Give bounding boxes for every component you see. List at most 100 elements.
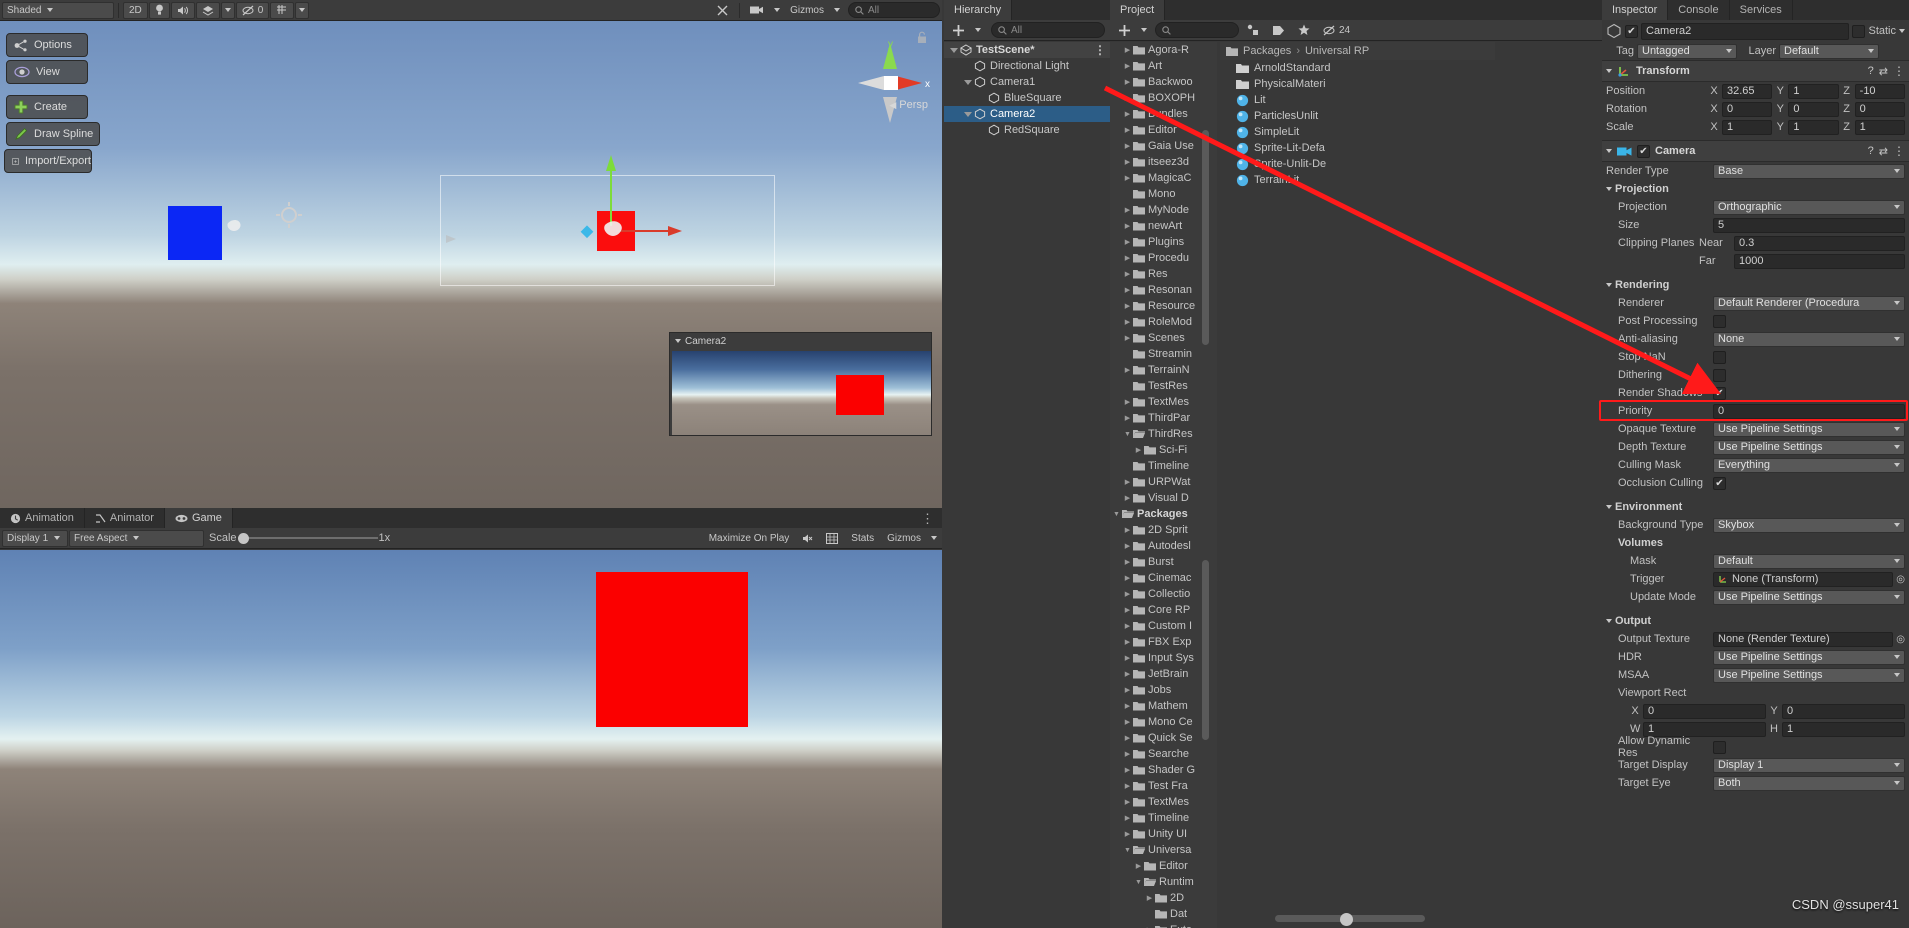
project-tree-item[interactable]: ▶ Sci-Fi (1110, 442, 1217, 458)
asset-item[interactable]: Sprite-Unlit-De (1220, 156, 1495, 172)
tab-hierarchy[interactable]: Hierarchy (944, 0, 1013, 20)
chevron-right-icon[interactable]: ▶ (1123, 142, 1132, 150)
more-options-icon[interactable]: ⋮ (1893, 64, 1905, 78)
display-dropdown[interactable]: Display 1 (2, 529, 68, 547)
more-options-icon[interactable]: ⋮ (1893, 144, 1905, 158)
chevron-right-icon[interactable]: ▶ (1134, 862, 1143, 870)
stats-button[interactable]: Stats (845, 530, 880, 547)
draw-mode-dropdown[interactable]: Shaded (2, 1, 114, 19)
project-tree-item[interactable]: ▶ Resonan (1110, 282, 1217, 298)
project-tree-item[interactable]: ▶ itseez3d (1110, 154, 1217, 170)
game-view-menu-button[interactable]: ⋮ (913, 510, 942, 528)
fx-dropdown[interactable] (220, 1, 235, 19)
chevron-down-icon[interactable] (1606, 283, 1612, 287)
tab-console[interactable]: Console (1668, 0, 1730, 20)
gameobject-enabled-checkbox[interactable]: ✔ (1625, 24, 1638, 38)
project-tree-item[interactable]: ▶ Autodesl (1110, 538, 1217, 554)
chevron-right-icon[interactable]: ▶ (1123, 670, 1132, 678)
chevron-right-icon[interactable]: ▶ (1123, 206, 1132, 214)
viewport-x-input[interactable]: 0 (1643, 703, 1766, 719)
project-tree-item[interactable]: ▶ Unity UI (1110, 826, 1217, 842)
chevron-right-icon[interactable]: ▶ (1123, 126, 1132, 134)
project-tree-item[interactable]: Streamin (1110, 346, 1217, 362)
tag-dropdown[interactable]: Untagged (1637, 43, 1737, 59)
scale-slider[interactable] (237, 531, 378, 545)
chevron-down-icon[interactable]: ▼ (1134, 879, 1143, 886)
chevron-right-icon[interactable]: ▶ (1123, 94, 1132, 102)
opaque-texture-dropdown[interactable]: Use Pipeline Settings (1713, 421, 1905, 437)
output-texture-objectfield[interactable]: None (Render Texture) (1713, 631, 1894, 647)
fx-toggle-button[interactable] (195, 1, 220, 19)
project-add-dropdown[interactable] (1138, 22, 1150, 39)
project-tree-item[interactable]: ▶ Cinemac (1110, 570, 1217, 586)
camera-settings-button[interactable] (744, 2, 770, 19)
chevron-right-icon[interactable]: ▶ (1123, 62, 1132, 70)
chevron-right-icon[interactable]: ▶ (1123, 814, 1132, 822)
game-stats-grid-button[interactable] (820, 530, 844, 547)
chevron-right-icon[interactable]: ▶ (1123, 750, 1132, 758)
project-tree-item[interactable]: ▶ 2D (1110, 890, 1217, 906)
project-tree-item[interactable]: ▶ Scenes (1110, 330, 1217, 346)
breadcrumb[interactable]: Packages › Universal RP (1220, 42, 1495, 60)
chevron-right-icon[interactable]: ▶ (1123, 830, 1132, 838)
chevron-right-icon[interactable]: ▶ (1123, 334, 1132, 342)
lighting-toggle-button[interactable] (148, 1, 170, 19)
project-tree-item[interactable]: ▶ Agora-R (1110, 42, 1217, 58)
trigger-objectfield[interactable]: None (Transform) (1713, 571, 1894, 587)
chevron-right-icon[interactable]: ▶ (1123, 270, 1132, 278)
chevron-down-icon[interactable] (1606, 149, 1612, 153)
hierarchy-search-input[interactable]: All (991, 22, 1105, 38)
scale-slider-handle[interactable] (237, 532, 249, 544)
project-tree-item[interactable]: ▶ RoleMod (1110, 314, 1217, 330)
project-tree-item[interactable]: ▶ Editor (1110, 858, 1217, 874)
project-tree-item[interactable]: ▶ Plugins (1110, 234, 1217, 250)
chevron-right-icon[interactable]: ▶ (1123, 46, 1132, 54)
object-picker-icon[interactable]: ◎ (1896, 574, 1905, 585)
project-tree-item[interactable]: ▶ Mathem (1110, 698, 1217, 714)
gizmos-dropdown[interactable] (831, 2, 843, 19)
project-tree-item[interactable]: ▶ Res (1110, 266, 1217, 282)
project-tree-item[interactable]: Mono (1110, 186, 1217, 202)
project-tree-scrollbar[interactable] (1202, 130, 1209, 345)
chevron-right-icon[interactable]: ▶ (1123, 798, 1132, 806)
background-type-dropdown[interactable]: Skybox (1713, 517, 1905, 533)
project-tree-item[interactable]: ▶ Mono Ce (1110, 714, 1217, 730)
project-tree-item[interactable]: Dat (1110, 906, 1217, 922)
chevron-right-icon[interactable]: ▶ (1123, 302, 1132, 310)
project-tree-item[interactable]: ▶ MagicaC (1110, 170, 1217, 186)
preset-icon[interactable]: ⇄ (1879, 65, 1888, 78)
chevron-right-icon[interactable]: ▶ (1123, 702, 1132, 710)
project-tree-item[interactable]: ▶ Backwoo (1110, 74, 1217, 90)
position-y-input[interactable]: 1 (1788, 83, 1839, 99)
project-tree-item[interactable]: ▶ URPWat (1110, 474, 1217, 490)
project-tree-item[interactable]: ▼ Universa (1110, 842, 1217, 858)
project-tree-item[interactable]: ▼ ThirdRes (1110, 426, 1217, 442)
project-tree-item[interactable]: ▶Exte (1110, 922, 1217, 928)
project-add-button[interactable] (1112, 22, 1137, 39)
chevron-down-icon[interactable] (1606, 69, 1612, 73)
asset-item[interactable]: Sprite-Lit-Defa (1220, 140, 1495, 156)
priority-input[interactable]: 0 (1713, 403, 1905, 419)
project-tree-item[interactable]: ▶ Procedu (1110, 250, 1217, 266)
asset-item[interactable]: ParticlesUnlit (1220, 108, 1495, 124)
project-tree-item[interactable]: ▼ Runtim (1110, 874, 1217, 890)
chevron-right-icon[interactable]: ▶ (1123, 638, 1132, 646)
transform-component-header[interactable]: Transform ? ⇄ ⋮ (1602, 60, 1909, 82)
chevron-down-icon[interactable] (1606, 505, 1612, 509)
project-tree-item[interactable]: ▶ Shader G (1110, 762, 1217, 778)
viewport-h-input[interactable]: 1 (1782, 721, 1905, 737)
favorites-button[interactable] (1292, 22, 1316, 39)
hierarchy-item[interactable]: BlueSquare (944, 90, 1110, 106)
chevron-right-icon[interactable]: ▶ (1123, 782, 1132, 790)
chevron-right-icon[interactable]: ▶ (1123, 558, 1132, 566)
chevron-right-icon[interactable]: ▶ (1145, 894, 1154, 902)
breadcrumb-universal-rp[interactable]: Universal RP (1305, 45, 1369, 57)
chevron-right-icon[interactable]: ▶ (1123, 78, 1132, 86)
chevron-right-icon[interactable]: ▶ (1123, 158, 1132, 166)
tab-services[interactable]: Services (1729, 0, 1793, 20)
asset-item[interactable]: PhysicalMateri (1220, 76, 1495, 92)
project-tree-item[interactable]: ▶ Burst (1110, 554, 1217, 570)
chevron-right-icon[interactable]: ▶ (1123, 526, 1132, 534)
chevron-right-icon[interactable]: ▶ (1123, 542, 1132, 550)
project-tree-item[interactable]: ▶ Custom I (1110, 618, 1217, 634)
